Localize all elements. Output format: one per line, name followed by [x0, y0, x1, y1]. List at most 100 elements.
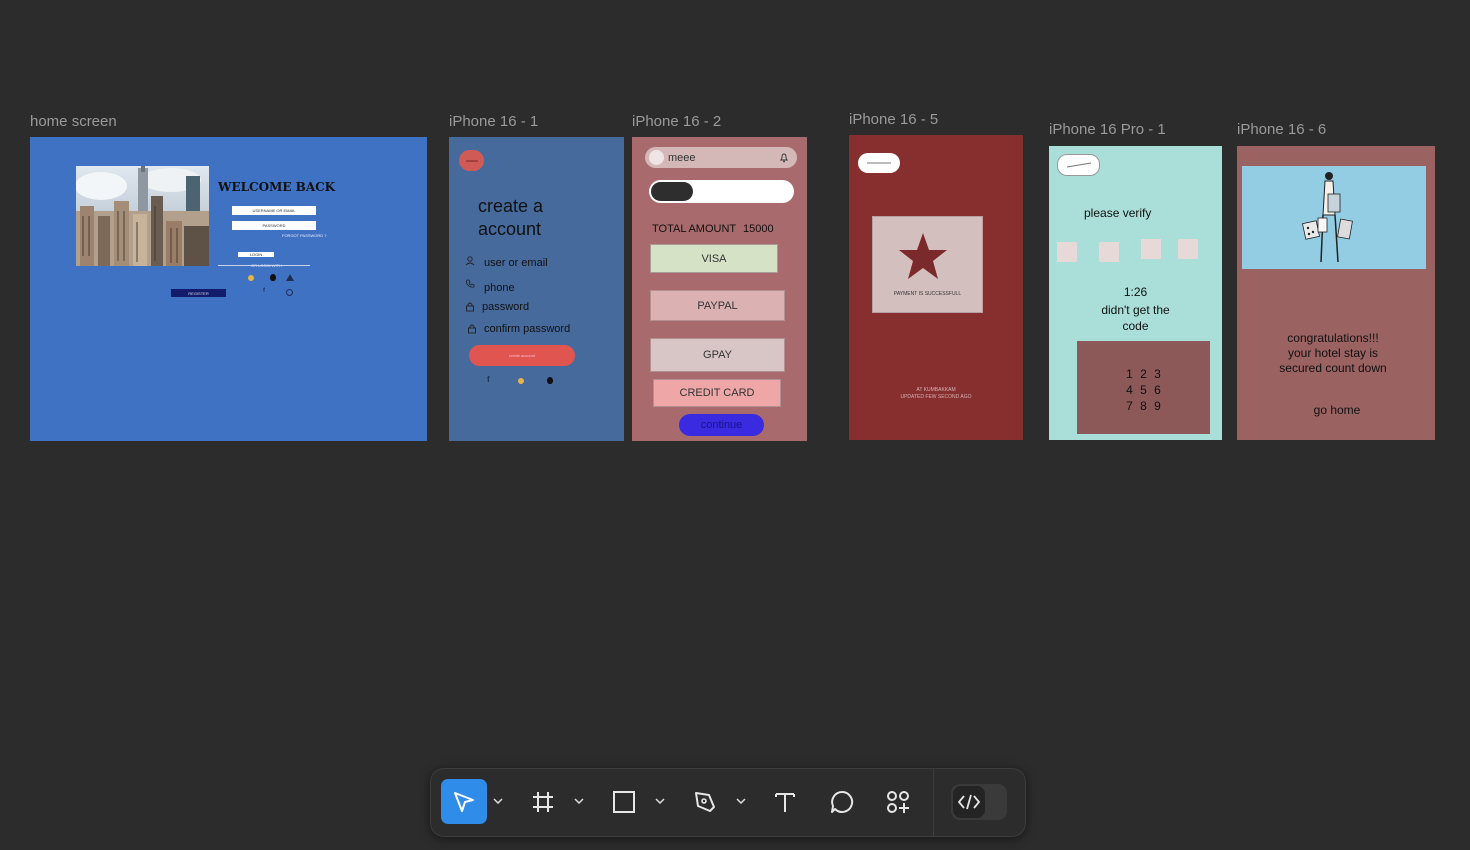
- google-icon[interactable]: [518, 378, 524, 384]
- shopper-illustration-icon: [1302, 172, 1353, 263]
- facebook-icon[interactable]: f: [263, 288, 265, 294]
- go-home-button[interactable]: go home: [1237, 403, 1435, 417]
- back-arrow-icon: [867, 162, 891, 164]
- back-arrow-icon: [465, 160, 478, 161]
- actions-tool-button[interactable]: [883, 787, 913, 817]
- frame-tool-dropdown[interactable]: [572, 794, 586, 808]
- frame-iphone-16-6[interactable]: congratulations!!! your hotel stay is se…: [1237, 146, 1435, 440]
- paypal-option[interactable]: PAYPAL: [650, 290, 785, 321]
- text-icon: [775, 793, 795, 812]
- text-tool-button[interactable]: [770, 787, 800, 817]
- pen-icon: [695, 792, 715, 812]
- field-user-email[interactable]: user or email: [484, 257, 548, 269]
- frame-iphone-16-2[interactable]: meee TOTAL AMOUNT 15000 VISA PAYPAL GPAY…: [632, 137, 807, 441]
- resend-line-1[interactable]: didn't get the: [1049, 303, 1222, 317]
- register-button[interactable]: REGISTER: [171, 289, 226, 297]
- congrats-line-3: secured count down: [1279, 361, 1387, 375]
- shopping-illustration: [1242, 166, 1426, 269]
- title-line-2: account: [478, 219, 542, 239]
- frame-label-iphone-2[interactable]: iPhone 16 - 2: [632, 113, 721, 130]
- frame-label-iphone-5[interactable]: iPhone 16 - 5: [849, 111, 938, 128]
- apple-icon[interactable]: [547, 377, 553, 384]
- chevron-down-icon: [574, 798, 584, 804]
- apple-icon[interactable]: [270, 274, 276, 281]
- code-box-4[interactable]: [1178, 239, 1198, 259]
- actions-icon: [887, 791, 909, 813]
- frame-icon: [533, 792, 553, 812]
- frame-label-iphone-1[interactable]: iPhone 16 - 1: [449, 113, 538, 130]
- payment-card: PAYMENT IS SUCCESSFULL: [872, 216, 983, 313]
- gpay-option[interactable]: GPAY: [650, 338, 785, 372]
- back-button[interactable]: [858, 153, 900, 173]
- user-icon: [465, 256, 475, 266]
- continue-button[interactable]: continue: [679, 414, 764, 436]
- toggle-knob: [651, 182, 693, 201]
- toggle-switch[interactable]: [649, 180, 794, 203]
- search-text: meee: [668, 152, 696, 164]
- star-icon: [899, 233, 947, 279]
- chevron-down-icon: [736, 798, 746, 804]
- password-field[interactable]: PASSWORD: [232, 221, 316, 230]
- google-icon[interactable]: [248, 275, 254, 281]
- frame-iphone-16-1[interactable]: create a account user or email phone pas…: [449, 137, 624, 441]
- city-image: [76, 166, 209, 266]
- keypad-row-2[interactable]: 4 5 6: [1077, 383, 1210, 397]
- payment-success-text: PAYMENT IS SUCCESSFULL: [893, 291, 962, 297]
- drive-icon[interactable]: [286, 274, 294, 281]
- field-phone[interactable]: phone: [484, 282, 515, 294]
- code-box-3[interactable]: [1141, 239, 1161, 259]
- field-confirm-password[interactable]: confirm password: [484, 323, 570, 335]
- pen-tool-dropdown[interactable]: [734, 794, 748, 808]
- code-box-2[interactable]: [1099, 242, 1119, 262]
- credit-card-option[interactable]: CREDIT CARD: [653, 379, 781, 407]
- visa-option[interactable]: VISA: [650, 244, 778, 273]
- move-tool-dropdown[interactable]: [491, 794, 505, 808]
- welcome-title: WELCOME BACK: [218, 180, 336, 194]
- keypad-row-3[interactable]: 7 8 9: [1077, 399, 1210, 413]
- avatar: [649, 150, 664, 165]
- username-field[interactable]: USERNAME OR EMAIL: [232, 206, 316, 215]
- keypad: 1 2 3 4 5 6 7 8 9: [1077, 341, 1210, 434]
- divider: [218, 265, 310, 266]
- facebook-icon[interactable]: f: [487, 375, 490, 384]
- frame-home-screen[interactable]: WELCOME BACK USERNAME OR EMAIL PASSWORD …: [30, 137, 427, 441]
- shape-tool-dropdown[interactable]: [653, 794, 667, 808]
- code-icon: [957, 794, 981, 810]
- login-button[interactable]: LOGIN: [238, 252, 274, 257]
- resend-line-2[interactable]: code: [1049, 319, 1222, 333]
- rectangle-icon: [613, 791, 635, 813]
- create-account-button[interactable]: create account: [469, 345, 575, 366]
- back-button[interactable]: [1057, 154, 1100, 176]
- frame-iphone-16-5[interactable]: PAYMENT IS SUCCESSFULL AT KUMBAKKAM UPDA…: [849, 135, 1023, 440]
- bell-icon[interactable]: [779, 152, 789, 163]
- search-bar[interactable]: meee: [645, 147, 797, 168]
- shape-tool-button[interactable]: [609, 787, 639, 817]
- updated-text: UPDATED FEW SECOND AGO: [900, 394, 972, 400]
- move-tool-button[interactable]: [441, 779, 487, 824]
- back-button[interactable]: [459, 150, 484, 171]
- dev-mode-toggle[interactable]: [951, 784, 1007, 820]
- frame-label-home[interactable]: home screen: [30, 113, 117, 130]
- forgot-password-link[interactable]: FORGOT PASSWORD ?: [282, 233, 327, 238]
- frame-label-iphone-pro-1[interactable]: iPhone 16 Pro - 1: [1049, 121, 1166, 138]
- comment-tool-button[interactable]: [827, 787, 857, 817]
- comment-icon: [831, 790, 854, 813]
- pen-tool-button[interactable]: [690, 787, 720, 817]
- field-password[interactable]: password: [482, 301, 529, 313]
- instagram-icon[interactable]: [286, 289, 293, 296]
- frame-tool-button[interactable]: [528, 787, 558, 817]
- toolbar-divider: [933, 769, 934, 836]
- title-line-1: create a: [478, 196, 544, 216]
- total-amount-label: TOTAL AMOUNT: [652, 223, 737, 235]
- code-box-1[interactable]: [1057, 242, 1077, 262]
- bottom-toolbar: [430, 768, 1026, 837]
- keypad-row-1[interactable]: 1 2 3: [1077, 367, 1210, 381]
- please-verify-text: please verify: [1084, 206, 1152, 220]
- chevron-down-icon: [655, 798, 665, 804]
- frame-iphone-16-pro-1[interactable]: please verify 1:26 didn't get the code 1…: [1049, 146, 1222, 440]
- congrats-line-1: congratulations!!!: [1287, 331, 1379, 345]
- total-amount-value: 15000: [743, 223, 774, 235]
- chevron-down-icon: [493, 798, 503, 804]
- lock-icon: [466, 302, 474, 312]
- frame-label-iphone-6[interactable]: iPhone 16 - 6: [1237, 121, 1326, 138]
